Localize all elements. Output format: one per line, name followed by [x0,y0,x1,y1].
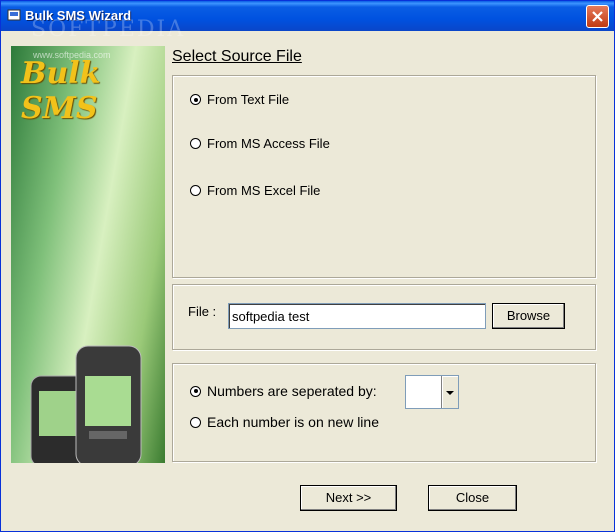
radio-from-text-file[interactable]: From Text File [190,92,289,107]
radio-label: Each number is on new line [207,414,379,430]
file-frame: File : Browse [172,284,596,350]
radio-label: From MS Access File [207,136,330,151]
chevron-down-icon[interactable] [441,376,458,408]
browse-button[interactable]: Browse [492,303,565,329]
radio-label: Numbers are seperated by: [207,383,377,399]
radio-numbers-separated[interactable]: Numbers are seperated by: [190,383,377,399]
radio-each-number-new-line[interactable]: Each number is on new line [190,414,379,430]
radio-label: From MS Excel File [207,183,321,198]
source-frame: From Text File From MS Access File From … [172,75,596,278]
bulk-sms-wizard-window: Bulk SMS Wizard SOFTPEDIA www.softpedia.… [0,0,615,532]
numbers-frame: Numbers are seperated by: Each number is… [172,363,596,462]
radio-dot [190,138,201,149]
title-bar[interactable]: Bulk SMS Wizard SOFTPEDIA [1,1,614,42]
close-icon [592,11,603,22]
app-icon [7,8,21,22]
side-banner-image: www.softpedia.com Bulk SMS [11,46,165,463]
file-label: File : [188,304,217,319]
next-button[interactable]: Next >> [300,485,397,511]
radio-from-ms-access-file[interactable]: From MS Access File [190,136,330,151]
window-close-button[interactable] [586,5,609,28]
softpedia-watermark: SOFTPEDIA [31,17,186,42]
radio-dot [190,94,201,105]
radio-dot [190,416,201,428]
separator-combo[interactable] [405,375,459,409]
radio-dot [190,385,201,397]
close-button[interactable]: Close [428,485,517,511]
file-path-input[interactable] [228,303,486,329]
radio-label: From Text File [207,92,290,107]
page-heading: Select Source File [172,48,302,65]
phones-illustration [30,345,142,463]
radio-from-ms-excel-file[interactable]: From MS Excel File [190,183,320,198]
radio-dot [190,185,201,196]
